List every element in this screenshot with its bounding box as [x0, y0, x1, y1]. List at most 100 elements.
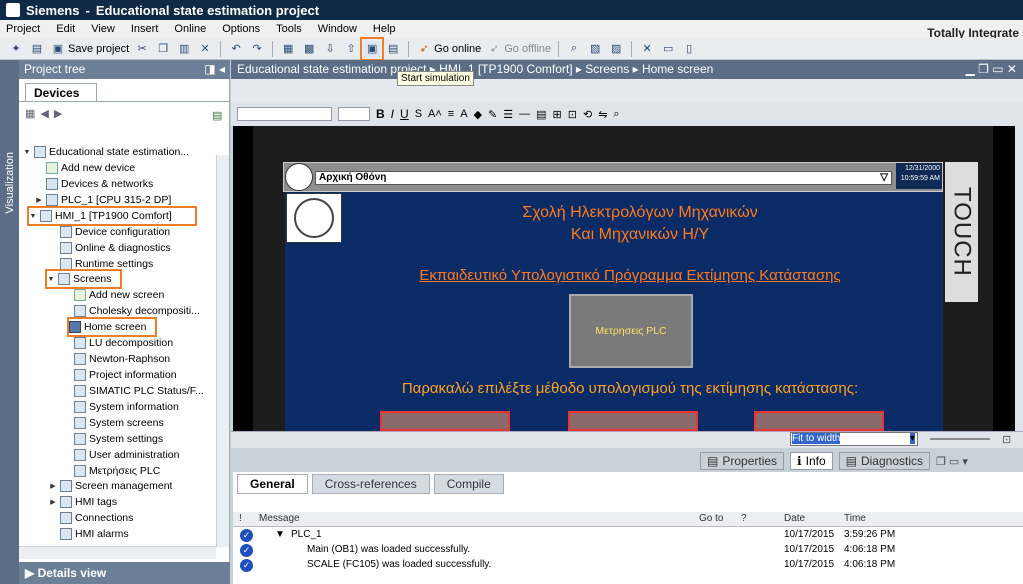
copy-icon[interactable]: ❐	[155, 41, 171, 57]
tree-item-device-configuration[interactable]: Device configuration	[49, 224, 170, 240]
hmi-subtitle[interactable]: Εκπαιδευτικό Υπολογιστικό Πρόγραμμα Εκτί…	[285, 267, 975, 284]
menu-view[interactable]: View	[91, 23, 115, 35]
column-date[interactable]: Date	[784, 513, 805, 524]
delete-icon[interactable]: ✕	[197, 41, 213, 57]
align-icon[interactable]: ≡	[448, 108, 454, 120]
tree-item-screens[interactable]: ▼ Screens	[45, 269, 122, 289]
tab-general[interactable]: General	[237, 474, 308, 494]
tree-item-hmi[interactable]: ▼ HMI_1 [TP1900 Comfort]	[27, 206, 197, 226]
menu-project[interactable]: Project	[6, 23, 40, 35]
tree-item-project[interactable]: ▼ Educational state estimation...	[23, 144, 189, 160]
method-button[interactable]	[754, 411, 884, 431]
bold-icon[interactable]: B	[376, 107, 385, 121]
column-goto[interactable]: Go to	[699, 513, 723, 524]
compare-icon[interactable]: ▨	[608, 41, 624, 57]
strikethrough-icon[interactable]: S	[415, 108, 422, 120]
details-view-header[interactable]: ▶ Details view	[19, 562, 230, 584]
split-horizontal-icon[interactable]: ▭	[660, 41, 676, 57]
visualization-side-tab[interactable]: Visualization	[0, 60, 19, 584]
menu-window[interactable]: Window	[318, 23, 357, 35]
tree-item-screen[interactable]: Cholesky decompositi...	[63, 303, 200, 319]
simulation-settings-icon[interactable]: ▤	[385, 41, 401, 57]
font-color-icon[interactable]: A	[460, 108, 467, 120]
menu-options[interactable]: Options	[222, 23, 260, 35]
tree-item-connections[interactable]: Connections	[49, 510, 133, 526]
tree-icon[interactable]: ▦	[25, 107, 35, 120]
column-time[interactable]: Time	[844, 513, 866, 524]
tree-item-screen[interactable]: User administration	[63, 447, 179, 463]
menu-edit[interactable]: Edit	[56, 23, 75, 35]
download-icon[interactable]: ⇩	[322, 41, 338, 57]
tree-item-screen[interactable]: SIMATIC PLC Status/F...	[63, 383, 204, 399]
tab-cross-references[interactable]: Cross-references	[311, 474, 430, 494]
tree-item-screen[interactable]: System information	[63, 399, 179, 415]
italic-icon[interactable]: I	[391, 107, 394, 121]
font-size-up-icon[interactable]: A˄	[428, 108, 442, 120]
distribute-icon[interactable]: ⊞	[553, 108, 562, 121]
menu-help[interactable]: Help	[373, 23, 396, 35]
tree-item-hmi-tags[interactable]: ▶ HMI tags	[49, 494, 117, 510]
tree-horizontal-scrollbar[interactable]	[19, 546, 216, 559]
start-simulation-button[interactable]: ▣	[360, 36, 385, 61]
tree-item-runtime-settings[interactable]: Runtime settings	[49, 256, 153, 272]
rotate-icon[interactable]: ⟲	[583, 108, 592, 121]
close-all-icon[interactable]: ✕	[639, 41, 655, 57]
back-icon[interactable]: ◀	[40, 107, 48, 120]
line-width-icon[interactable]: ―	[519, 108, 530, 120]
menu-insert[interactable]: Insert	[131, 23, 159, 35]
save-project-button[interactable]: ▣ Save project	[50, 41, 129, 57]
tree-item-add-device[interactable]: Add new device	[35, 160, 135, 176]
split-vertical-icon[interactable]: ▯	[681, 41, 697, 57]
accessible-devices-icon[interactable]: ⌕	[566, 41, 582, 57]
inspector-window-controls[interactable]: ❐ ▭ ▾	[936, 455, 968, 468]
underline-icon[interactable]: U	[400, 107, 409, 121]
font-name-field[interactable]	[237, 107, 332, 121]
upload-icon[interactable]: ⇧	[343, 41, 359, 57]
tree-item-screen[interactable]: System settings	[63, 431, 163, 447]
tree-item-screen[interactable]: LU decomposition	[63, 335, 173, 351]
column-question[interactable]: ?	[741, 513, 747, 524]
tab-properties[interactable]: ▤ Properties	[700, 452, 785, 470]
menu-online[interactable]: Online	[174, 23, 206, 35]
expand-icon[interactable]: ▼	[275, 529, 285, 540]
line-color-icon[interactable]: ✎	[488, 108, 497, 121]
hmi-heading-line1[interactable]: Σχολή Ηλεκτρολόγων Μηχανικών	[340, 204, 940, 222]
undo-icon[interactable]: ↶	[228, 41, 244, 57]
redo-icon[interactable]: ↷	[249, 41, 265, 57]
expand-icon[interactable]: ▼	[23, 149, 31, 156]
zoom-fit-icon[interactable]: ⊡	[1002, 433, 1011, 446]
expand-icon[interactable]: ▶	[35, 196, 43, 204]
expand-icon[interactable]: ▼	[29, 213, 37, 220]
table-row[interactable]: ✓ Main (OB1) was loaded successfully. 10…	[233, 543, 1023, 558]
tree-item-plc[interactable]: ▶ PLC_1 [CPU 315-2 DP]	[35, 192, 171, 208]
split-editor-icon[interactable]: ▦	[280, 41, 296, 57]
screen-selector[interactable]: Αρχική Οθόνη ▽	[315, 171, 892, 185]
zoom-select[interactable]: Fit to width ▾	[790, 432, 918, 446]
tab-diagnostics[interactable]: ▤ Diagnostics	[838, 452, 930, 470]
window-controls[interactable]: ▁ ❐ ▭ ✕	[966, 62, 1017, 77]
arrange-icon[interactable]: ▤	[536, 108, 546, 121]
flip-icon[interactable]: ⇋	[598, 108, 607, 121]
paste-icon[interactable]: ▥	[176, 41, 192, 57]
font-size-field[interactable]	[338, 107, 370, 121]
hmi-prompt[interactable]: Παρακαλώ επιλέξτε μέθοδο υπολογισμού της…	[285, 380, 975, 397]
breadcrumb-path[interactable]: HMI_1 [TP1900 Comfort] ▸ Screens ▸ Home …	[439, 62, 713, 76]
tree-vertical-scrollbar[interactable]	[216, 155, 229, 547]
collapse-panel-icon[interactable]: ◨ ◂	[204, 62, 225, 77]
new-project-icon[interactable]: ✦	[8, 41, 24, 57]
group-icon[interactable]: ⊡	[568, 108, 577, 121]
zoom-slider[interactable]	[930, 438, 990, 440]
tree-item-online-diagnostics[interactable]: Online & diagnostics	[49, 240, 171, 256]
tree-item-add-screen[interactable]: Add new screen	[63, 287, 164, 303]
expand-icon[interactable]: ▼	[47, 276, 55, 283]
compile-icon[interactable]: ▩	[301, 41, 317, 57]
tab-devices[interactable]: Devices	[25, 83, 97, 102]
expand-icon[interactable]: ▶	[49, 482, 57, 490]
tree-item-hmi-alarms[interactable]: HMI alarms	[49, 526, 129, 542]
tree-item-screen[interactable]: System screens	[63, 415, 164, 431]
tree-item-devices-networks[interactable]: Devices & networks	[35, 176, 153, 192]
method-button[interactable]	[380, 411, 510, 431]
table-row[interactable]: ✓ SCALE (FC105) was loaded successfully.…	[233, 558, 1023, 573]
error-filter-icon[interactable]: !	[239, 513, 242, 524]
tree-item-screen-management[interactable]: ▶ Screen management	[49, 478, 172, 494]
